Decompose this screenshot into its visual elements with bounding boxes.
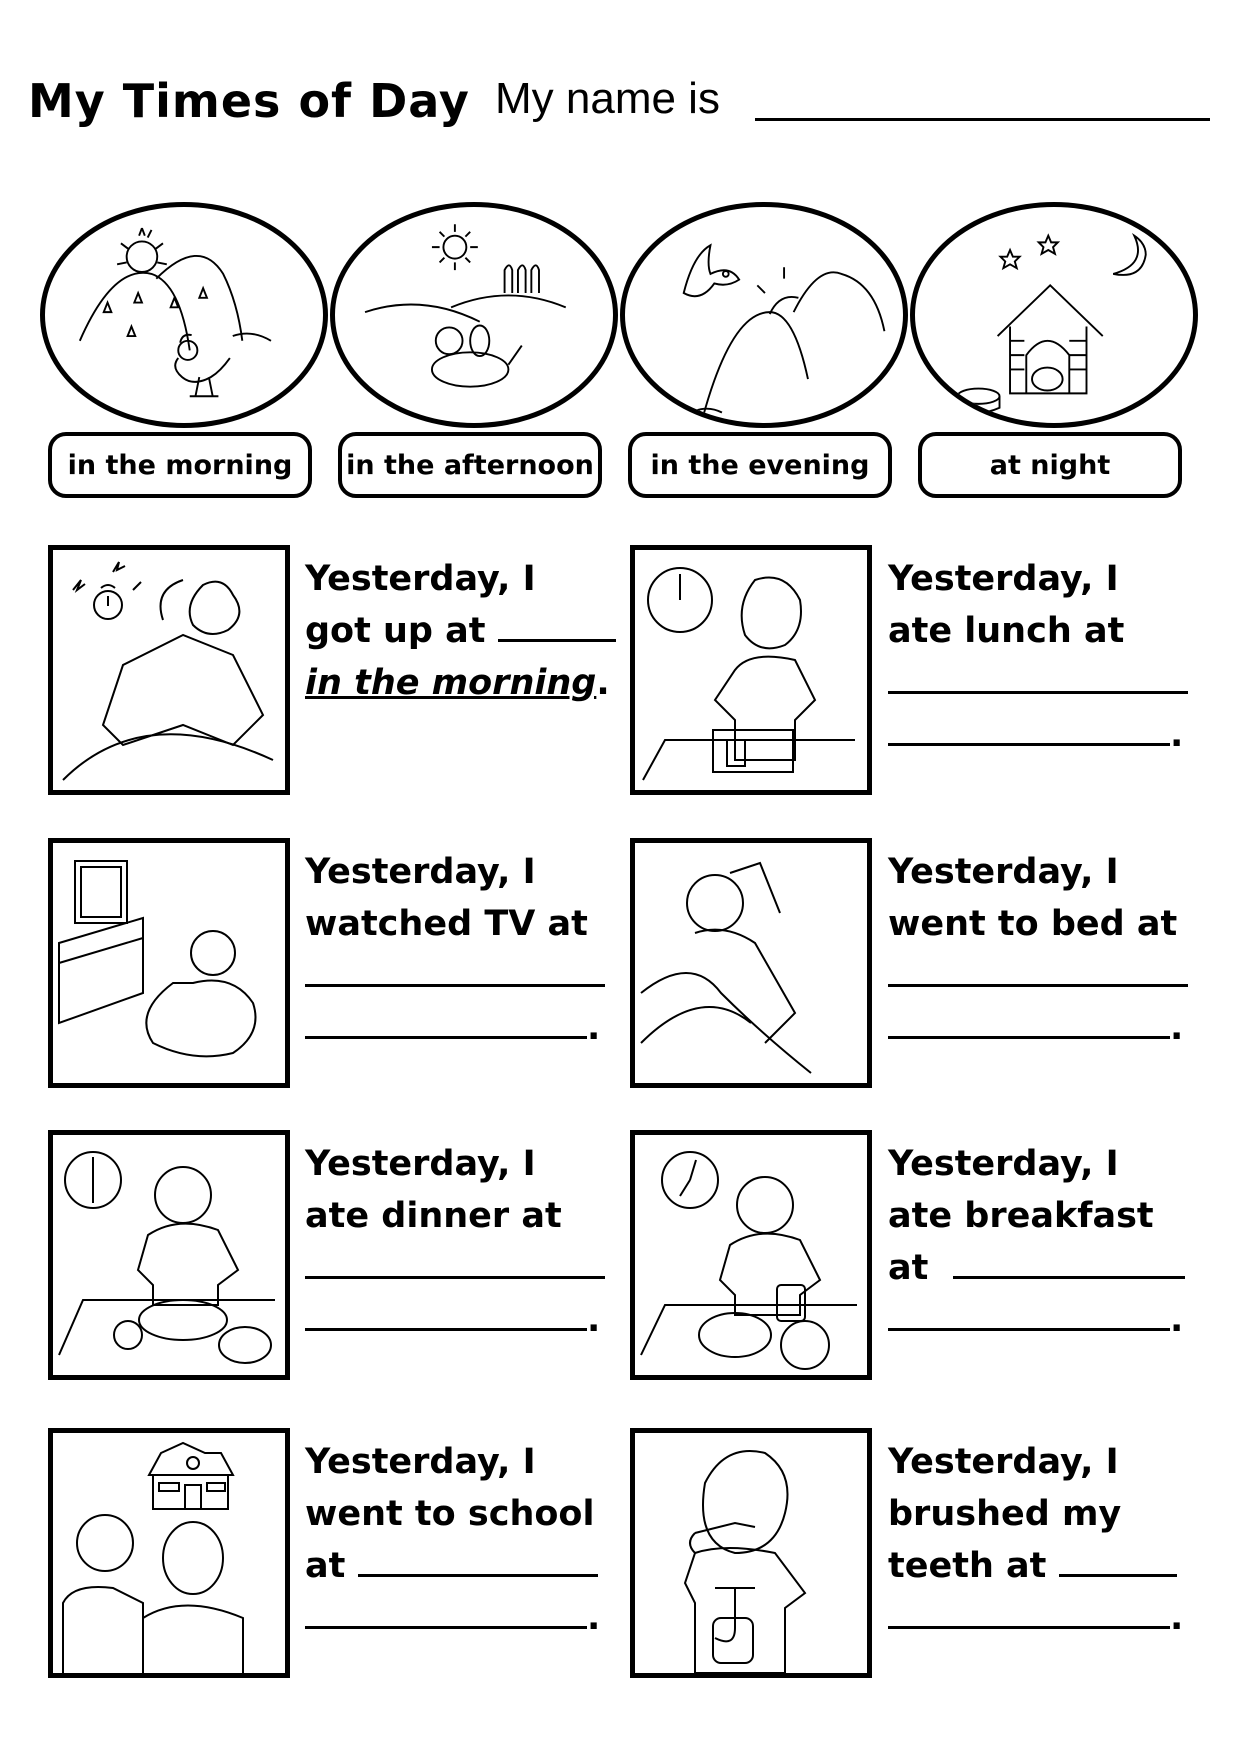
sentence-line: at: [888, 1248, 929, 1288]
sentence-line: ate dinner at: [305, 1196, 562, 1236]
exercise-get-up: Yesterday, I got up at in the morning.: [305, 553, 616, 709]
dinner-picture: [48, 1130, 290, 1380]
sun-icon: [116, 227, 167, 273]
watching-tv-picture: [48, 838, 290, 1088]
answer-blank[interactable]: [888, 711, 1170, 746]
answer-blank[interactable]: [497, 607, 616, 642]
sentence-line: Yesterday, I: [305, 852, 536, 892]
sentence-line: watched TV at: [305, 904, 588, 944]
breakfast-picture: [630, 1130, 872, 1380]
time-chip-evening: in the evening: [628, 432, 892, 498]
sentence-line: ate breakfast: [888, 1196, 1154, 1236]
clock-icon: [661, 1151, 719, 1209]
rooster-icon: [174, 333, 231, 398]
exercise-tv: Yesterday, I watched TV at .: [305, 846, 615, 1054]
period: .: [587, 1598, 601, 1638]
answer-blank[interactable]: [888, 1004, 1170, 1039]
school-picture: [48, 1428, 290, 1678]
lunch-picture: [630, 545, 872, 795]
evening-scene-image: [620, 202, 908, 428]
name-label: My name is: [495, 74, 720, 123]
wake-up-picture: [48, 545, 290, 795]
answer-blank[interactable]: [888, 659, 1188, 694]
exercise-school: Yesterday, I went to school at .: [305, 1436, 615, 1644]
night-scene-image: [910, 202, 1198, 428]
morning-scene-image: [40, 202, 328, 428]
sun-icon: [431, 224, 478, 271]
sentence-line: Yesterday, I: [305, 559, 536, 599]
name-input-line[interactable]: [755, 118, 1210, 121]
brushing-teeth-picture: [630, 1428, 872, 1678]
time-chip-morning: in the morning: [48, 432, 312, 498]
moon-icon: [1113, 232, 1147, 276]
sentence-line: got up at: [305, 611, 486, 651]
sentence-line: Yesterday, I: [888, 559, 1119, 599]
worksheet-title: My Times of Day: [28, 74, 470, 128]
bedtime-picture: [630, 838, 872, 1088]
answer-blank[interactable]: [305, 1594, 587, 1629]
sentence-line: went to bed at: [888, 904, 1178, 944]
answer-blank[interactable]: [1058, 1542, 1177, 1577]
sentence-line: Yesterday, I: [888, 1442, 1119, 1482]
exercise-lunch: Yesterday, I ate lunch at .: [888, 553, 1198, 761]
sentence-line: Yesterday, I: [305, 1144, 536, 1184]
period: .: [1170, 715, 1184, 755]
alarm-clock-icon: [72, 561, 142, 620]
exercise-brush-teeth: Yesterday, I brushed my teeth at .: [888, 1436, 1198, 1644]
period: .: [1170, 1598, 1184, 1638]
sentence-line: Yesterday, I: [888, 852, 1119, 892]
answer-blank[interactable]: [305, 1296, 587, 1331]
period: .: [1170, 1008, 1184, 1048]
tv-icon: [74, 860, 128, 924]
doghouse-icon: [996, 284, 1104, 395]
period: .: [1170, 1300, 1184, 1340]
answer-blank[interactable]: [888, 1594, 1170, 1629]
exercise-bed: Yesterday, I went to bed at .: [888, 846, 1198, 1054]
period: .: [587, 1300, 601, 1340]
period: .: [587, 1008, 601, 1048]
time-chip-afternoon: in the afternoon: [338, 432, 602, 498]
answer-blank[interactable]: [305, 952, 605, 987]
answer-blank[interactable]: [305, 1004, 587, 1039]
answer-blank[interactable]: [888, 1296, 1170, 1331]
star-icon: [998, 247, 1022, 271]
answer-blank[interactable]: [888, 952, 1188, 987]
sentence-line: at: [305, 1546, 346, 1586]
clock-icon: [647, 567, 713, 633]
bird-icon: [682, 243, 741, 298]
sentence-line: teeth at: [888, 1546, 1047, 1586]
sentence-line: went to school: [305, 1494, 595, 1534]
answer-blank[interactable]: [357, 1542, 598, 1577]
sentence-line: ate lunch at: [888, 611, 1125, 651]
school-building-icon: [147, 1441, 235, 1510]
exercise-dinner: Yesterday, I ate dinner at .: [305, 1138, 615, 1346]
sentence-line: brushed my: [888, 1494, 1122, 1534]
afternoon-scene-image: [330, 202, 618, 428]
answer-blank[interactable]: [305, 1244, 605, 1279]
time-chip-night: at night: [918, 432, 1182, 498]
example-answer: in the morning: [305, 663, 597, 703]
bowl-icon: [956, 387, 1001, 414]
answer-blank[interactable]: [952, 1244, 1185, 1279]
exercise-breakfast: Yesterday, I ate breakfast at .: [888, 1138, 1198, 1346]
sentence-line: Yesterday, I: [305, 1442, 536, 1482]
sentence-line: Yesterday, I: [888, 1144, 1119, 1184]
dog-icon: [430, 324, 523, 388]
clock-icon: [64, 1151, 122, 1209]
star-icon: [1036, 233, 1061, 256]
period: .: [596, 663, 610, 703]
